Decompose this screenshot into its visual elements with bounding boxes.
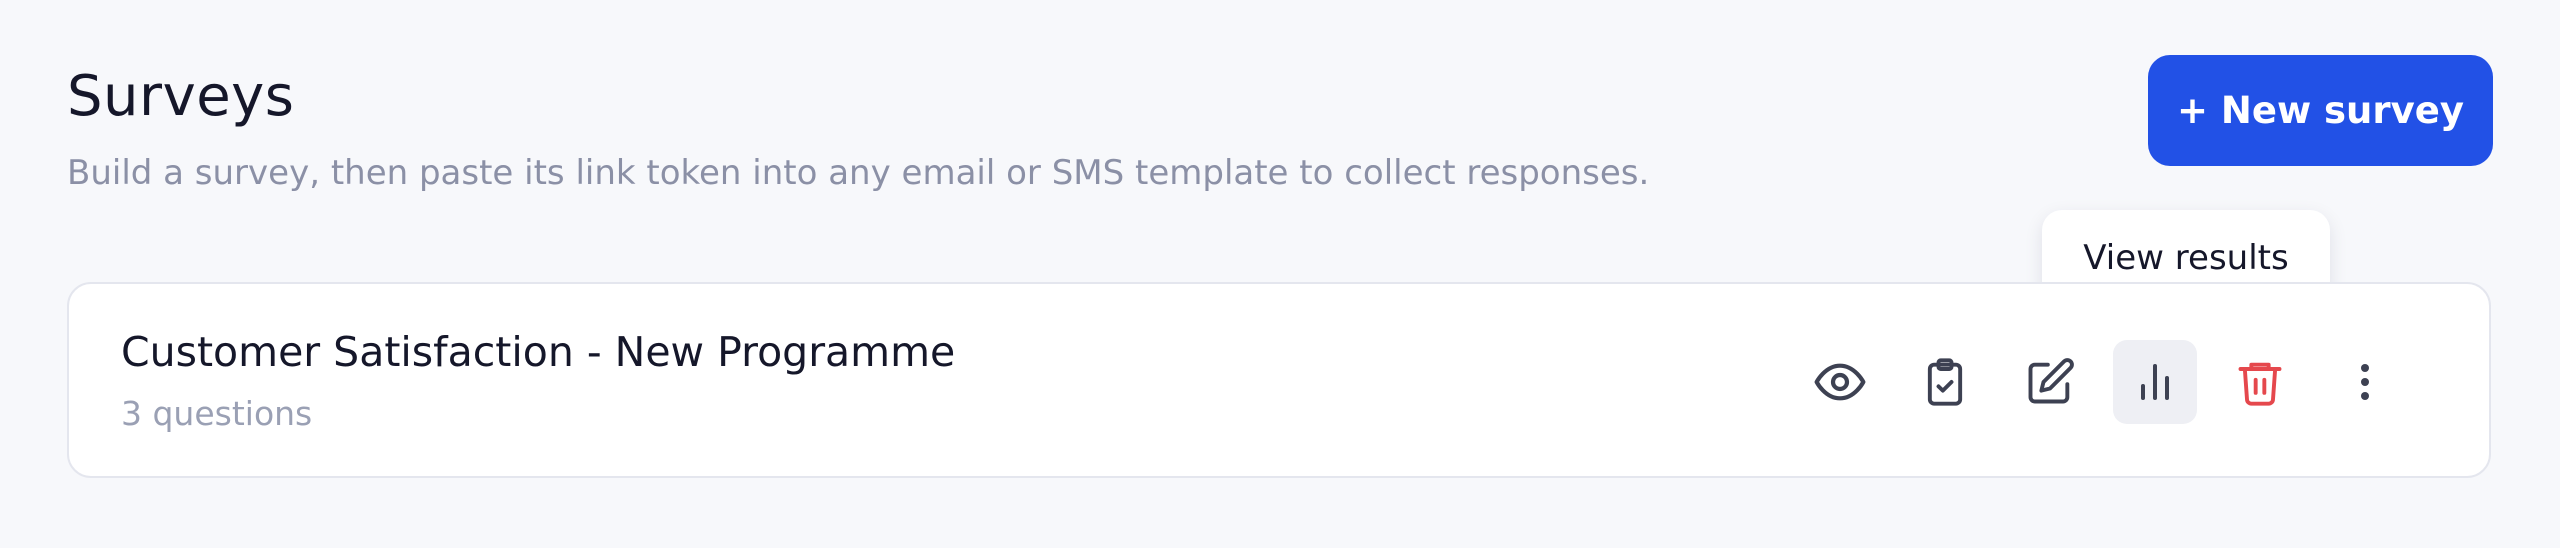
survey-question-count: 3 questions xyxy=(121,394,313,433)
pencil-square-icon xyxy=(2028,358,2074,404)
preview-survey-button[interactable] xyxy=(1798,340,1882,424)
edit-survey-button[interactable] xyxy=(2008,340,2092,424)
bar-chart-icon xyxy=(2141,364,2169,400)
page-subtitle: Build a survey, then paste its link toke… xyxy=(67,153,1650,193)
eye-icon xyxy=(1814,363,1866,401)
clipboard-check-icon xyxy=(1927,358,1963,406)
page-title: Surveys xyxy=(67,64,295,129)
trash-icon xyxy=(2238,362,2282,406)
view-results-button[interactable] xyxy=(2113,340,2197,424)
more-vertical-icon xyxy=(2361,364,2369,400)
delete-survey-button[interactable] xyxy=(2218,340,2302,424)
survey-card: Customer Satisfaction - New Programme 3 … xyxy=(67,282,2491,478)
copy-link-button[interactable] xyxy=(1903,340,1987,424)
survey-title: Customer Satisfaction - New Programme xyxy=(121,328,956,376)
new-survey-button[interactable]: + New survey xyxy=(2148,55,2493,166)
more-options-button[interactable] xyxy=(2323,340,2407,424)
